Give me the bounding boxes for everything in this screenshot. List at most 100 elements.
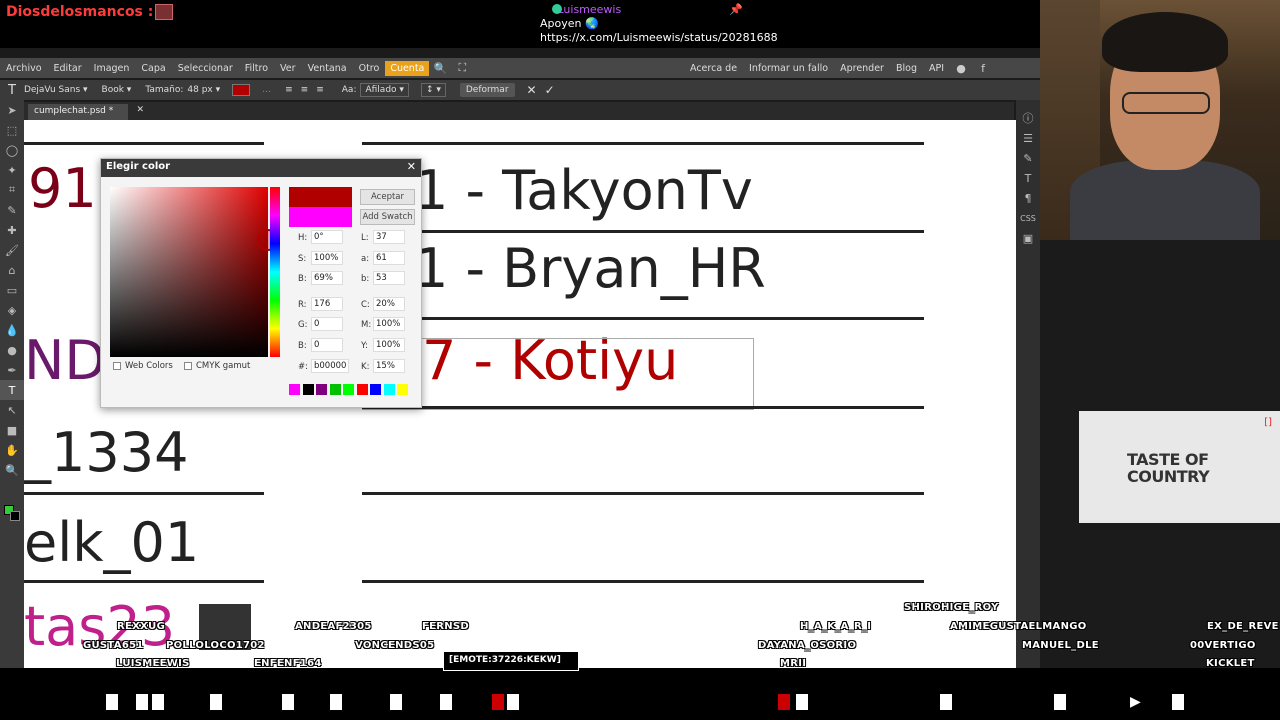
close-tab-icon[interactable]: ✕: [136, 105, 144, 115]
image-panel-icon[interactable]: ▣: [1016, 228, 1040, 248]
lab-l-field[interactable]: 37: [373, 230, 405, 244]
menu-otro[interactable]: Otro: [353, 63, 386, 74]
clone-tool-icon[interactable]: ⌂: [0, 260, 24, 280]
background-color-swatch[interactable]: [10, 511, 20, 521]
brush-panel-icon[interactable]: ✎: [1016, 148, 1040, 168]
close-icon[interactable]: ✕: [407, 160, 416, 173]
line-height-select[interactable]: ↕ ▾: [420, 83, 446, 97]
lasso-tool-icon[interactable]: ◯: [0, 140, 24, 160]
eyedropper-icon[interactable]: ✎: [0, 200, 24, 220]
menu-imagen[interactable]: Imagen: [88, 63, 136, 74]
move-tool-icon[interactable]: ➤: [0, 100, 24, 120]
viewer-name: 00VERTIGO: [1190, 640, 1256, 651]
zoom-tool-icon[interactable]: 🔍: [0, 460, 24, 480]
canvas-text: _1334: [24, 421, 189, 484]
hue-field[interactable]: 0°: [311, 230, 343, 244]
path-select-icon[interactable]: ↖: [0, 400, 24, 420]
menu-capa[interactable]: Capa: [135, 63, 171, 74]
cyan-field[interactable]: 20%: [373, 297, 405, 311]
divider-line: [362, 317, 924, 320]
menu-cuenta[interactable]: Cuenta: [385, 60, 430, 76]
blur-tool-icon[interactable]: 💧: [0, 320, 24, 340]
reddit-icon[interactable]: ●: [954, 61, 968, 75]
black-field[interactable]: 15%: [373, 359, 405, 373]
new-color-preview: [289, 187, 352, 207]
menu-editar[interactable]: Editar: [48, 63, 88, 74]
magenta-field[interactable]: 100%: [373, 317, 405, 331]
menu-filtro[interactable]: Filtro: [239, 63, 274, 74]
red-field[interactable]: 176: [311, 297, 343, 311]
css-panel-icon[interactable]: CSS: [1016, 208, 1040, 228]
web-colors-checkbox[interactable]: Web Colors: [113, 361, 173, 371]
add-swatch-button[interactable]: Add Swatch: [360, 209, 415, 225]
pen-tool-icon[interactable]: ✒: [0, 360, 24, 380]
menu-ventana[interactable]: Ventana: [302, 63, 353, 74]
hex-field[interactable]: b00000: [311, 359, 349, 373]
color-swatch[interactable]: [302, 384, 314, 395]
menu-blog[interactable]: Blog: [890, 63, 923, 74]
align-left-icon[interactable]: ≡: [285, 85, 293, 95]
green-field[interactable]: 0: [311, 317, 343, 331]
crop-tool-icon[interactable]: ⌗: [0, 180, 24, 200]
character-panel-icon[interactable]: T: [1016, 168, 1040, 188]
menu-seleccionar[interactable]: Seleccionar: [172, 63, 239, 74]
saturation-value-field[interactable]: [110, 187, 268, 357]
heal-tool-icon[interactable]: ✚: [0, 220, 24, 240]
color-swatch[interactable]: [383, 384, 395, 395]
dodge-tool-icon[interactable]: ●: [0, 340, 24, 360]
chat-badge-icon: [552, 4, 562, 14]
align-right-icon[interactable]: ≡: [316, 85, 324, 95]
blue-field[interactable]: 0: [311, 338, 343, 352]
hue-slider[interactable]: [270, 187, 280, 357]
more-options-icon[interactable]: …: [262, 85, 271, 95]
menu-aprender[interactable]: Aprender: [834, 63, 890, 74]
font-family-select[interactable]: DejaVu Sans ▾: [24, 85, 88, 95]
accept-button[interactable]: Aceptar: [360, 189, 415, 205]
marquee-tool-icon[interactable]: ⬚: [0, 120, 24, 140]
align-center-icon[interactable]: ≡: [301, 85, 309, 95]
font-size-select[interactable]: 48 px ▾: [187, 85, 220, 95]
search-icon[interactable]: 🔍: [433, 61, 448, 75]
color-swatch[interactable]: [356, 384, 368, 395]
confirm-icon[interactable]: ✓: [545, 83, 555, 97]
history-icon[interactable]: ☰: [1016, 128, 1040, 148]
fill-tool-icon[interactable]: ◈: [0, 300, 24, 320]
color-swatch[interactable]: [343, 384, 354, 395]
antialias-select[interactable]: Afilado ▾: [360, 83, 409, 97]
youtube-icon: ▶: [1130, 694, 1141, 710]
fullscreen-icon[interactable]: ⛶: [455, 61, 469, 75]
font-style-select[interactable]: Book ▾: [102, 85, 132, 95]
cancel-icon[interactable]: ✕: [527, 83, 537, 97]
hand-tool-icon[interactable]: ✋: [0, 440, 24, 460]
type-tool-icon[interactable]: T: [0, 380, 24, 400]
menu-informar-fallo[interactable]: Informar un fallo: [743, 63, 834, 74]
text-color-swatch[interactable]: [232, 84, 251, 96]
shape-tool-icon[interactable]: ■: [0, 420, 24, 440]
info-icon[interactable]: ⓘ: [1016, 108, 1040, 128]
menu-ver[interactable]: Ver: [274, 63, 302, 74]
ad-banner[interactable]: [] TASTE OF COUNTRY: [1079, 411, 1280, 523]
color-swatch[interactable]: [316, 384, 327, 395]
viewer-sprite: [388, 692, 404, 712]
document-tab[interactable]: cumplechat.psd * ✕: [28, 104, 144, 120]
color-swatch[interactable]: [397, 384, 408, 395]
bright-field[interactable]: 69%: [311, 271, 343, 285]
yellow-field[interactable]: 100%: [373, 338, 405, 352]
menu-api[interactable]: API: [923, 63, 950, 74]
color-swatch[interactable]: [289, 384, 300, 395]
lab-b-field[interactable]: 53: [373, 271, 405, 285]
cmyk-gamut-checkbox[interactable]: CMYK gamut: [184, 361, 250, 371]
menu-archivo[interactable]: Archivo: [0, 63, 48, 74]
sat-field[interactable]: 100%: [311, 251, 343, 265]
ad-close-icon[interactable]: []: [1264, 417, 1272, 428]
color-swatch[interactable]: [329, 384, 341, 395]
color-swatch[interactable]: [370, 384, 381, 395]
magic-wand-icon[interactable]: ✦: [0, 160, 24, 180]
lab-a-field[interactable]: 61: [373, 251, 405, 265]
deform-button[interactable]: Deformar: [459, 83, 515, 97]
brush-tool-icon[interactable]: 🖌: [0, 240, 24, 260]
facebook-icon[interactable]: f: [976, 61, 990, 75]
paragraph-panel-icon[interactable]: ¶: [1016, 188, 1040, 208]
menu-acerca-de[interactable]: Acerca de: [684, 63, 743, 74]
eraser-tool-icon[interactable]: ▭: [0, 280, 24, 300]
